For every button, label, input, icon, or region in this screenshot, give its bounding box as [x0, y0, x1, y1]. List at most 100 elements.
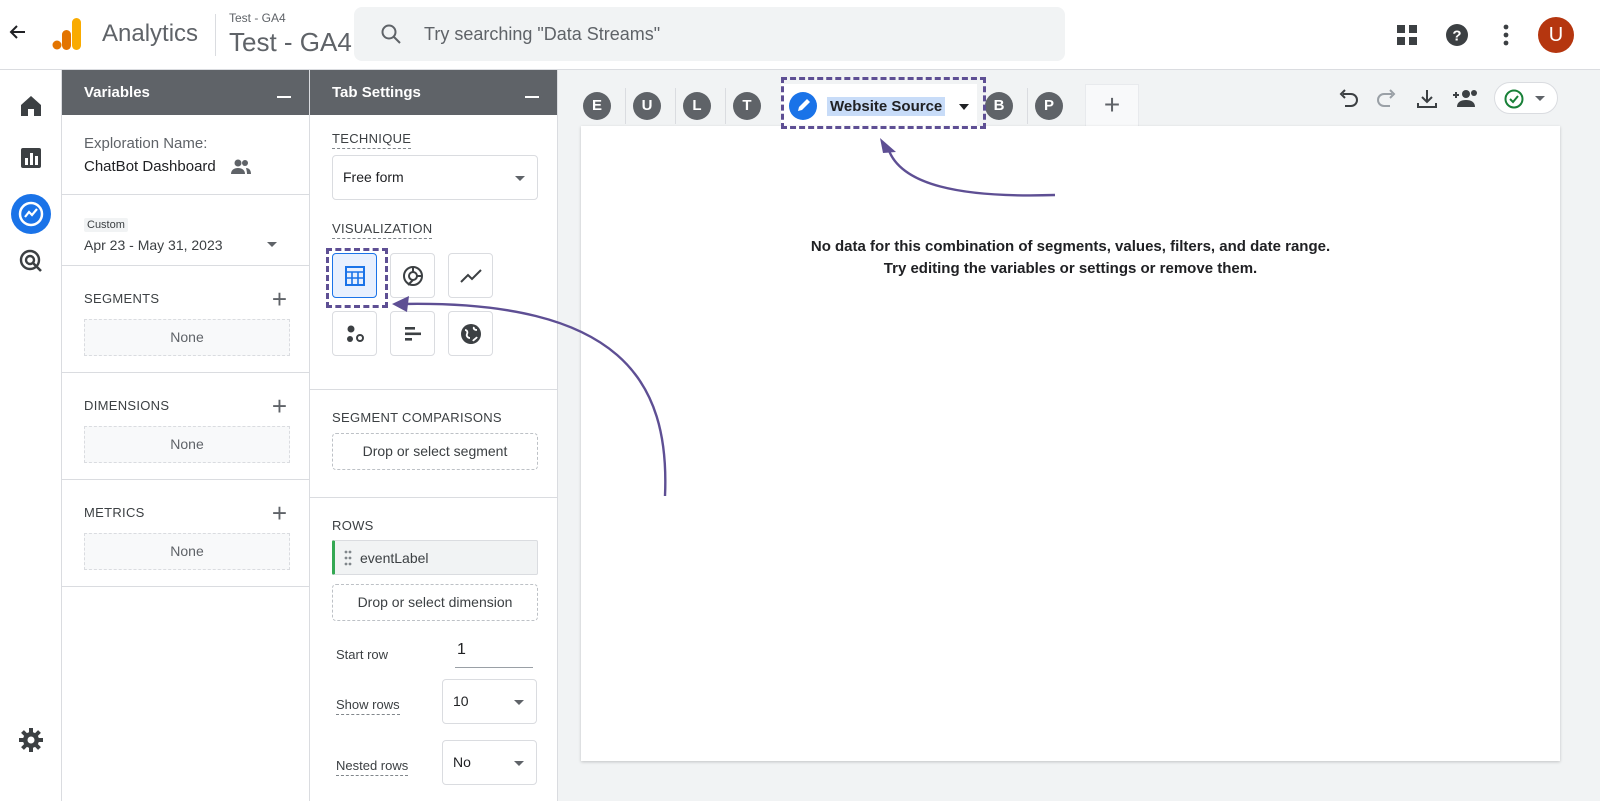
brand-name: Analytics [102, 20, 199, 47]
dimensions-none: None [84, 426, 290, 463]
rows-section: ROWS eventLabel Drop or select dimension… [310, 498, 557, 798]
technique-value: Free form [343, 169, 404, 185]
search-icon [380, 23, 402, 50]
exploration-name[interactable]: ChatBot Dashboard [84, 158, 216, 175]
header-divider [215, 14, 216, 56]
more-vert-icon[interactable] [1492, 21, 1520, 49]
segment-dropzone[interactable]: Drop or select segment [332, 433, 538, 470]
shared-people-icon [230, 157, 252, 182]
account-name[interactable]: Test - GA4 [229, 11, 286, 25]
avatar[interactable]: U [1538, 17, 1574, 53]
search-bar[interactable] [354, 7, 1065, 61]
results-canvas: No data for this combination of segments… [581, 126, 1560, 761]
status-dropdown[interactable] [1494, 82, 1558, 114]
home-icon[interactable] [17, 92, 45, 120]
start-row-label: Start row [336, 647, 389, 662]
minimize-icon[interactable] [277, 96, 291, 98]
add-tab-button[interactable]: + [1085, 84, 1139, 128]
donut-chart-icon [403, 266, 423, 286]
tab-settings-header: Tab Settings [310, 70, 557, 115]
drag-handle-icon[interactable] [343, 549, 353, 572]
tab-b[interactable]: B [985, 92, 1013, 120]
add-metric-icon[interactable]: + [272, 500, 287, 526]
geo-map-icon [461, 324, 481, 344]
tab-u[interactable]: U [633, 92, 661, 120]
start-row-input[interactable]: 1 [455, 638, 533, 668]
tab-separator [725, 88, 726, 124]
nested-rows-label: Nested rows [336, 758, 409, 776]
tab-l[interactable]: L [683, 92, 711, 120]
no-data-message: No data for this combination of segments… [581, 236, 1560, 280]
viz-scatter-button[interactable] [332, 311, 377, 356]
exploration-name-section: Exploration Name: ChatBot Dashboard [62, 115, 309, 195]
chevron-down-icon[interactable] [267, 242, 277, 247]
exploration-name-label: Exploration Name: [84, 135, 208, 152]
advertising-icon[interactable] [17, 247, 45, 275]
date-range[interactable]: Apr 23 - May 31, 2023 [84, 237, 223, 253]
no-data-line-2: Try editing the variables or settings or… [883, 260, 1258, 277]
viz-geo-button[interactable] [448, 311, 493, 356]
variables-header: Variables [62, 70, 309, 115]
property-name[interactable]: Test - GA4 [229, 27, 352, 58]
metrics-title: METRICS [84, 505, 145, 520]
row-chip[interactable]: eventLabel [332, 540, 538, 575]
nested-rows-value: No [453, 754, 471, 770]
top-bar: Analytics Test - GA4 Test - GA4 ? U [0, 0, 1600, 70]
visualization-label: VISUALIZATION [332, 221, 433, 239]
left-navigation [0, 70, 62, 801]
annotation-box-table-viz [326, 248, 388, 308]
share-icon[interactable] [1452, 86, 1478, 112]
metrics-none: None [84, 533, 290, 570]
segments-section: SEGMENTS + None [62, 266, 309, 373]
apps-grid-icon[interactable] [1393, 21, 1421, 49]
viz-donut-button[interactable] [390, 253, 435, 298]
chevron-down-icon [1535, 96, 1545, 101]
back-arrow-icon[interactable] [6, 22, 30, 46]
viz-line-button[interactable] [448, 253, 493, 298]
svg-text:?: ? [1452, 28, 1461, 45]
nested-rows-select[interactable]: No [442, 740, 537, 785]
technique-select[interactable]: Free form [332, 155, 538, 200]
explore-icon [18, 201, 44, 227]
tab-p[interactable]: P [1035, 92, 1063, 120]
technique-label: TECHNIQUE [332, 131, 412, 149]
segments-none: None [84, 319, 290, 356]
add-segment-icon[interactable]: + [272, 286, 287, 312]
download-icon[interactable] [1414, 86, 1440, 112]
tab-e[interactable]: E [583, 92, 611, 120]
show-rows-value: 10 [453, 693, 469, 709]
show-rows-label: Show rows [336, 697, 400, 715]
reports-icon[interactable] [17, 144, 45, 172]
segment-comparisons-section: SEGMENT COMPARISONS Drop or select segme… [310, 390, 557, 498]
redo-icon[interactable] [1374, 86, 1400, 112]
tab-t[interactable]: T [733, 92, 761, 120]
tab-settings-panel: Tab Settings TECHNIQUE Free form VISUALI… [310, 70, 558, 801]
undo-icon[interactable] [1335, 86, 1361, 112]
chevron-down-icon [514, 761, 524, 766]
segment-comparisons-label: SEGMENT COMPARISONS [332, 410, 502, 425]
settings-icon[interactable] [17, 726, 45, 754]
bar-chart-icon [405, 327, 421, 341]
rows-label: ROWS [332, 518, 374, 533]
add-dimension-icon[interactable]: + [272, 393, 287, 419]
minimize-icon[interactable] [525, 96, 539, 98]
tab-settings-title: Tab Settings [332, 84, 421, 101]
viz-bar-button[interactable] [390, 311, 435, 356]
chevron-down-icon [514, 700, 524, 705]
annotation-box-tab [781, 77, 986, 129]
explore-nav-active[interactable] [11, 194, 51, 234]
analytics-logo-icon [52, 18, 82, 50]
row-item-label: eventLabel [360, 550, 429, 566]
tab-separator [1027, 88, 1028, 124]
no-data-line-1: No data for this combination of segments… [810, 238, 1331, 255]
help-icon[interactable]: ? [1443, 21, 1471, 49]
exploration-canvas-area: E U L T Website Source B P + No data for… [559, 70, 1600, 801]
segments-title: SEGMENTS [84, 291, 160, 306]
line-chart-icon [460, 269, 482, 283]
metrics-section: METRICS + None [62, 480, 309, 587]
search-input[interactable] [424, 17, 1044, 51]
date-range-section[interactable]: Custom Apr 23 - May 31, 2023 [62, 195, 309, 266]
status-check-icon [1504, 89, 1524, 109]
dimension-dropzone[interactable]: Drop or select dimension [332, 584, 538, 621]
show-rows-select[interactable]: 10 [442, 679, 537, 724]
